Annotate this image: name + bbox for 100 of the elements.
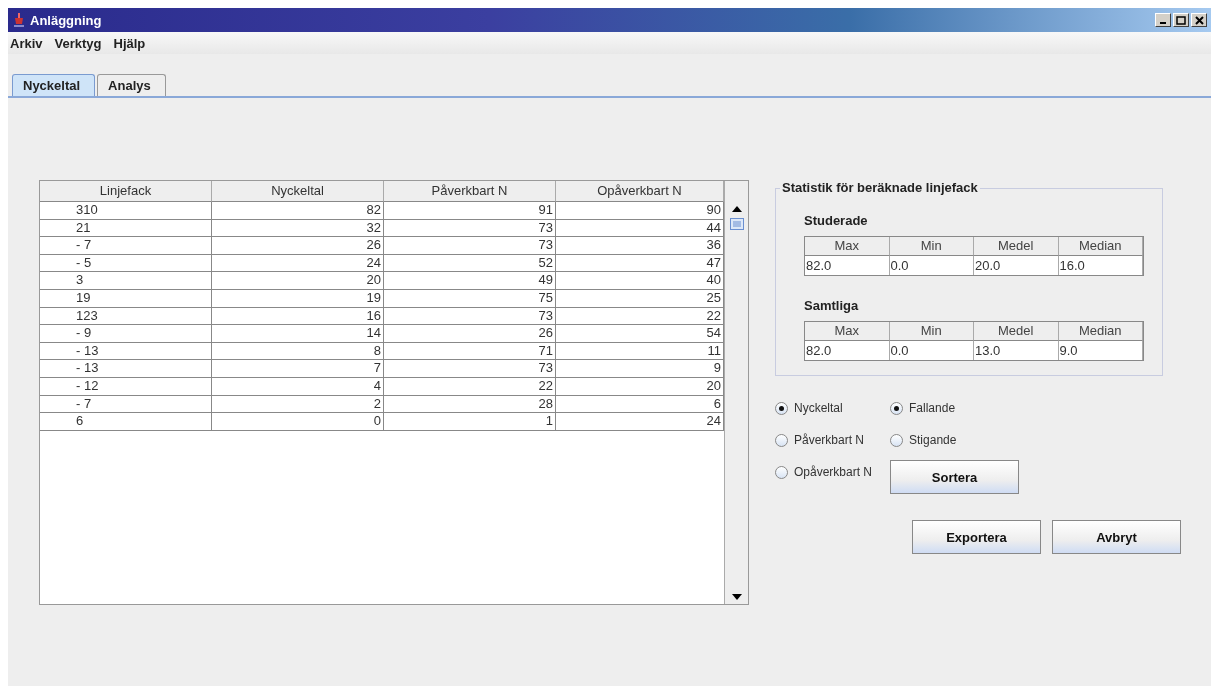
radio-icon[interactable]: [775, 433, 788, 447]
radio-icon[interactable]: [775, 465, 788, 479]
table-cell: 14: [212, 325, 384, 343]
table-cell: 82.0: [805, 256, 890, 275]
table-cell: 25: [556, 289, 724, 308]
table-cell: 2: [212, 395, 384, 414]
table-cell: - 13: [40, 360, 212, 378]
table-cell: - 13: [40, 342, 212, 361]
table-cell: 0.0: [889, 256, 974, 275]
table-cell: 13.0: [974, 341, 1059, 360]
maximize-button[interactable]: [1173, 13, 1189, 27]
table-cell: 0.0: [889, 341, 974, 360]
table-cell: 6: [556, 395, 724, 414]
table-cell: 32: [212, 219, 384, 238]
table-cell: 11: [556, 342, 724, 361]
table-cell: 82: [212, 202, 384, 220]
radio-icon[interactable]: [890, 433, 904, 447]
table-cell: 7: [212, 360, 384, 378]
table-cell: 22: [384, 377, 556, 396]
group-title: Statistik för beräknade linjefack: [780, 180, 980, 195]
table-cell: 91: [384, 202, 556, 220]
scrollbar[interactable]: [724, 181, 748, 604]
column-header: Min: [889, 322, 974, 341]
tab[interactable]: Analys: [97, 74, 166, 96]
table-cell: - 9: [40, 325, 212, 343]
table-cell: 73: [384, 360, 556, 378]
table-cell: 123: [40, 307, 212, 326]
column-header[interactable]: Opåverkbart N: [556, 181, 724, 202]
column-header: Medel: [974, 237, 1059, 256]
menu-item[interactable]: Arkiv: [10, 35, 43, 51]
tab[interactable]: Nyckeltal: [12, 74, 96, 96]
table-cell: 82.0: [805, 341, 890, 360]
table-cell: 44: [556, 219, 724, 238]
menu-item[interactable]: Hjälp: [113, 35, 146, 51]
radio-option[interactable]: Opåverkbart N: [775, 460, 873, 484]
table-cell: - 12: [40, 377, 212, 396]
radio-option[interactable]: Nyckeltal: [775, 396, 873, 420]
window-title: Anläggning: [30, 12, 102, 28]
table-cell: 71: [384, 342, 556, 361]
maximize-icon: [1176, 15, 1186, 25]
table-cell: 16: [212, 307, 384, 326]
table-cell: 26: [212, 237, 384, 255]
table-cell: 6: [40, 413, 212, 431]
menu-item[interactable]: Verktyg: [54, 35, 102, 51]
table-cell: 73: [384, 219, 556, 238]
column-header: Medel: [974, 322, 1059, 341]
scroll-thumb[interactable]: [729, 218, 744, 230]
radio-option[interactable]: Påverkbart N: [775, 428, 873, 452]
table-cell: 54: [556, 325, 724, 343]
column-header: Max: [805, 322, 890, 341]
scroll-up-icon[interactable]: [731, 206, 742, 212]
table-cell: 0: [212, 413, 384, 431]
table-cell: 3: [40, 272, 212, 290]
table-cell: 4: [212, 377, 384, 396]
table-cell: 16.0: [1058, 256, 1143, 275]
column-header[interactable]: Linjefack: [40, 181, 212, 202]
column-header: Min: [889, 237, 974, 256]
radio-option[interactable]: Stigande: [890, 428, 1020, 452]
table-cell: 49: [384, 272, 556, 290]
table-cell: - 5: [40, 254, 212, 273]
table-cell: 36: [556, 237, 724, 255]
table-cell: - 7: [40, 395, 212, 414]
cup-icon: [12, 12, 26, 28]
table-cell: 21: [40, 219, 212, 238]
table-cell: 310: [40, 202, 212, 220]
table-cell: 90: [556, 202, 724, 220]
table-cell: 9.0: [1058, 341, 1143, 360]
table-cell: 73: [384, 307, 556, 326]
table-cell: 20.0: [974, 256, 1059, 275]
minimize-button[interactable]: [1155, 13, 1171, 27]
column-header[interactable]: Nyckeltal: [212, 181, 384, 202]
sort-button[interactable]: Sortera: [890, 460, 1020, 494]
table-cell: 28: [384, 395, 556, 414]
column-header: Median: [1058, 237, 1143, 256]
column-header[interactable]: Påverkbart N: [384, 181, 556, 202]
table-cell: 26: [384, 325, 556, 343]
table-cell: - 7: [40, 237, 212, 255]
table-cell: 8: [212, 342, 384, 361]
table-cell: 75: [384, 289, 556, 308]
close-icon: [1194, 15, 1204, 25]
action-button[interactable]: Avbryt: [1052, 520, 1181, 554]
table-cell: 24: [212, 254, 384, 273]
table-cell: 1: [384, 413, 556, 431]
table-cell: 19: [40, 289, 212, 308]
table-cell: 20: [212, 272, 384, 290]
radio-icon[interactable]: [890, 401, 904, 415]
action-button[interactable]: Exportera: [912, 520, 1041, 554]
section-title: Studerade: [804, 213, 869, 228]
table-cell: 52: [384, 254, 556, 273]
table-cell: 20: [556, 377, 724, 396]
table-cell: 73: [384, 237, 556, 255]
table-cell: 47: [556, 254, 724, 273]
close-button[interactable]: [1191, 13, 1207, 27]
radio-icon[interactable]: [775, 401, 788, 415]
table-cell: 22: [556, 307, 724, 326]
scroll-down-icon[interactable]: [731, 594, 742, 600]
column-header: Max: [805, 237, 890, 256]
table-cell: 19: [212, 289, 384, 308]
radio-option[interactable]: Fallande: [890, 396, 1020, 420]
table-cell: 40: [556, 272, 724, 290]
